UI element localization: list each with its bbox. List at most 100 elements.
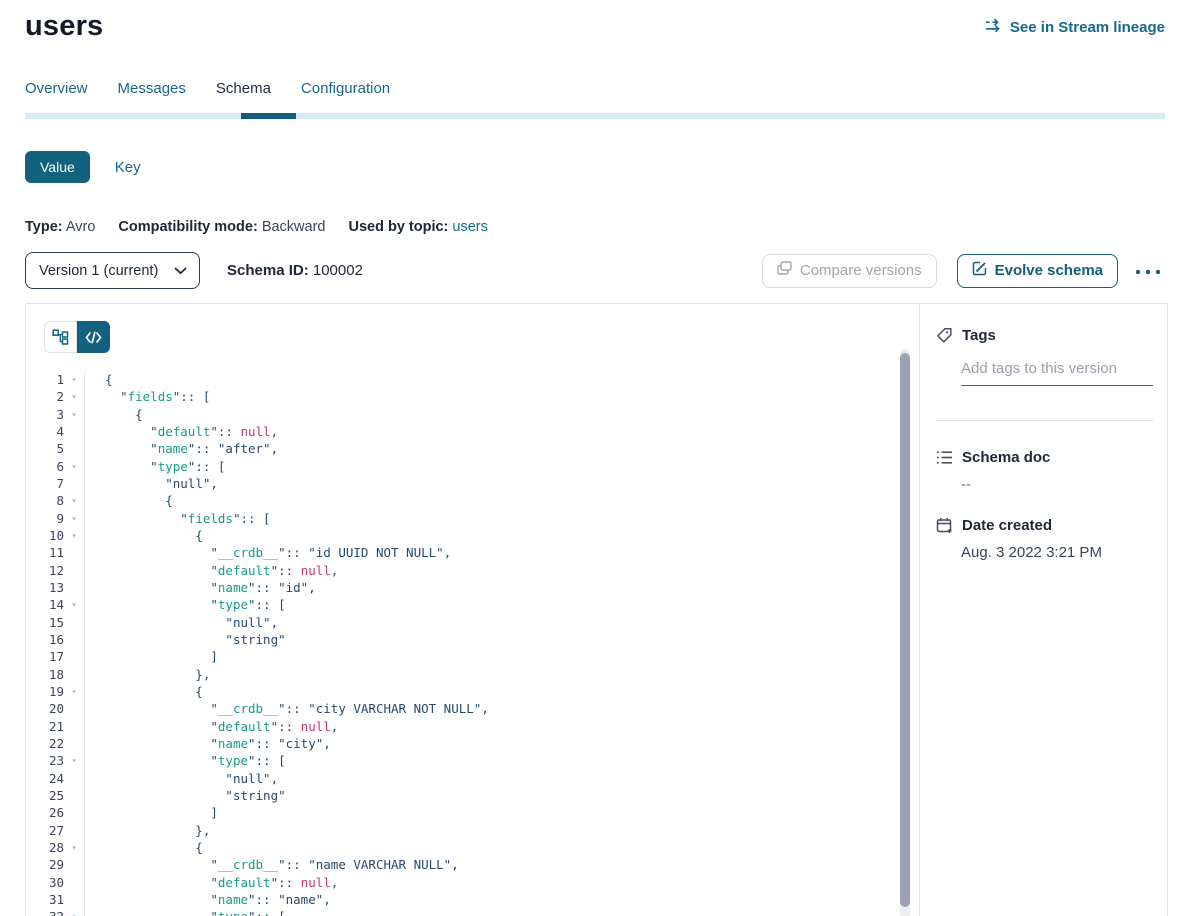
code-text: { bbox=[85, 527, 203, 544]
fold-toggle-icon[interactable]: ▾ bbox=[64, 458, 85, 475]
compare-versions-button[interactable]: Compare versions bbox=[762, 254, 937, 288]
code-text: ] bbox=[85, 804, 218, 821]
line-number: 11 bbox=[26, 544, 64, 561]
value-tab-button[interactable]: Value bbox=[25, 151, 90, 183]
code-text: "default":: null, bbox=[85, 423, 278, 440]
schema-page: users See in Stream lineage Overview Mes… bbox=[0, 0, 1189, 916]
date-created-section-header: Date created bbox=[936, 517, 1153, 534]
fold-gutter bbox=[64, 423, 85, 440]
fold-toggle-icon[interactable]: ▾ bbox=[64, 527, 85, 544]
ellipsis-icon bbox=[1135, 269, 1161, 275]
code-view-icon bbox=[85, 331, 102, 344]
tags-title: Tags bbox=[962, 327, 996, 344]
code-line: 23▾ "type":: [ bbox=[26, 752, 919, 769]
see-in-stream-lineage-link[interactable]: See in Stream lineage bbox=[985, 18, 1165, 37]
tree-view-icon bbox=[52, 329, 69, 345]
fold-toggle-icon[interactable]: ▾ bbox=[64, 510, 85, 527]
tab-overview[interactable]: Overview bbox=[25, 80, 88, 97]
fold-toggle-icon[interactable]: ▾ bbox=[64, 908, 85, 916]
fold-toggle-icon[interactable]: ▾ bbox=[64, 388, 85, 405]
fold-gutter bbox=[64, 856, 85, 873]
meta-type: Type: Avro bbox=[25, 219, 95, 235]
fold-toggle-icon[interactable]: ▾ bbox=[64, 752, 85, 769]
code-text: "default":: null, bbox=[85, 874, 338, 891]
line-number: 32 bbox=[26, 908, 64, 916]
line-number: 30 bbox=[26, 874, 64, 891]
fold-gutter bbox=[64, 544, 85, 561]
line-number: 17 bbox=[26, 648, 64, 665]
code-text: "default":: null, bbox=[85, 562, 338, 579]
version-dropdown[interactable]: Version 1 (current) bbox=[25, 252, 200, 289]
stream-lineage-label: See in Stream lineage bbox=[1010, 19, 1165, 36]
tree-view-button[interactable] bbox=[44, 321, 77, 353]
schema-meta-row: Type: Avro Compatibility mode: Backward … bbox=[25, 219, 1189, 235]
line-number: 23 bbox=[26, 752, 64, 769]
code-line: 4 "default":: null, bbox=[26, 423, 919, 440]
tab-configuration[interactable]: Configuration bbox=[301, 80, 390, 97]
more-options-button[interactable] bbox=[1131, 259, 1165, 282]
line-number: 9 bbox=[26, 510, 64, 527]
line-number: 26 bbox=[26, 804, 64, 821]
schema-sidebar: Tags Schema doc -- bbox=[920, 304, 1169, 916]
fold-gutter bbox=[64, 614, 85, 631]
fold-toggle-icon[interactable]: ▾ bbox=[64, 683, 85, 700]
editor-scrollbar-thumb[interactable] bbox=[900, 353, 910, 907]
fold-gutter bbox=[64, 440, 85, 457]
fold-toggle-icon[interactable]: ▾ bbox=[64, 596, 85, 613]
meta-used-by-topic: Used by topic: users bbox=[348, 219, 487, 235]
fold-gutter bbox=[64, 562, 85, 579]
tags-section-header: Tags bbox=[936, 327, 1153, 344]
meta-type-label: Type: bbox=[25, 219, 63, 235]
code-line: 32▾ "type":: [ bbox=[26, 908, 919, 916]
tag-icon bbox=[936, 327, 953, 344]
line-number: 13 bbox=[26, 579, 64, 596]
key-tab-button[interactable]: Key bbox=[115, 159, 141, 176]
date-created-value: Aug. 3 2022 3:21 PM bbox=[961, 544, 1153, 561]
code-text: "name":: "id", bbox=[85, 579, 316, 596]
editor-view-toggle bbox=[44, 321, 110, 353]
code-line: 22 "name":: "city", bbox=[26, 735, 919, 752]
code-line: 25 "string" bbox=[26, 787, 919, 804]
line-number: 27 bbox=[26, 822, 64, 839]
fold-gutter bbox=[64, 666, 85, 683]
line-number: 2 bbox=[26, 388, 64, 405]
schema-detail-panel: 1▾{2▾ "fields":: [3▾ {4 "default":: null… bbox=[25, 303, 1168, 916]
page-header: users See in Stream lineage bbox=[0, 0, 1189, 43]
schema-doc-section-header: Schema doc bbox=[936, 449, 1153, 466]
stream-lineage-icon bbox=[985, 18, 1002, 37]
fold-toggle-icon[interactable]: ▾ bbox=[64, 839, 85, 856]
meta-compat-value: Backward bbox=[262, 219, 326, 235]
code-line: 11 "__crdb__":: "id UUID NOT NULL", bbox=[26, 544, 919, 561]
line-number: 5 bbox=[26, 440, 64, 457]
code-text: "null", bbox=[85, 475, 218, 492]
tab-messages[interactable]: Messages bbox=[118, 80, 186, 97]
schema-id-label: Schema ID: bbox=[227, 262, 309, 279]
tab-schema[interactable]: Schema bbox=[216, 80, 271, 97]
meta-topic-label: Used by topic: bbox=[348, 219, 448, 235]
line-number: 29 bbox=[26, 856, 64, 873]
code-text: "__crdb__":: "id UUID NOT NULL", bbox=[85, 544, 451, 561]
add-tags-input[interactable] bbox=[961, 360, 1153, 386]
meta-compatibility: Compatibility mode: Backward bbox=[118, 219, 325, 235]
topic-users-link[interactable]: users bbox=[452, 219, 487, 235]
evolve-schema-button[interactable]: Evolve schema bbox=[957, 254, 1118, 288]
fold-toggle-icon[interactable]: ▾ bbox=[64, 406, 85, 423]
compare-versions-label: Compare versions bbox=[800, 262, 922, 279]
fold-toggle-icon[interactable]: ▾ bbox=[64, 492, 85, 509]
active-tab-indicator bbox=[241, 113, 296, 119]
code-view-button[interactable] bbox=[77, 321, 110, 353]
code-line: 29 "__crdb__":: "name VARCHAR NULL", bbox=[26, 856, 919, 873]
schema-code-view: 1▾{2▾ "fields":: [3▾ {4 "default":: null… bbox=[26, 371, 919, 916]
line-number: 12 bbox=[26, 562, 64, 579]
fold-gutter bbox=[64, 579, 85, 596]
code-text: "name":: "name", bbox=[85, 891, 331, 908]
code-text: ] bbox=[85, 648, 218, 665]
line-number: 18 bbox=[26, 666, 64, 683]
tab-underline-bar bbox=[25, 113, 1165, 119]
line-number: 16 bbox=[26, 631, 64, 648]
line-number: 19 bbox=[26, 683, 64, 700]
code-text: "type":: [ bbox=[85, 752, 286, 769]
calendar-plus-icon bbox=[936, 517, 953, 534]
code-line: 6▾ "type":: [ bbox=[26, 458, 919, 475]
fold-toggle-icon[interactable]: ▾ bbox=[64, 371, 85, 388]
